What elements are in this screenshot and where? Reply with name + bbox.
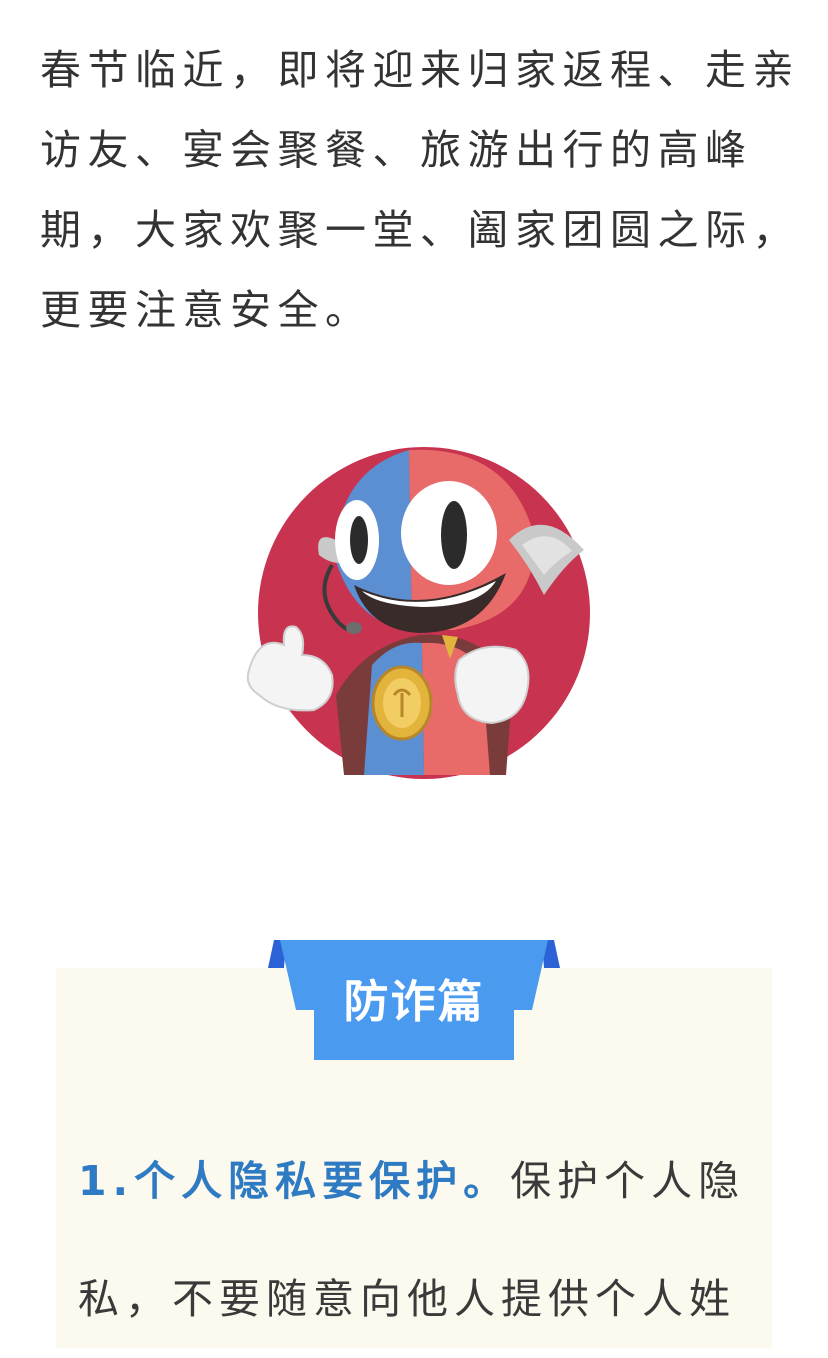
- mascot-illustration: [246, 447, 590, 779]
- tip-paragraph: 1.个人隐私要保护。保护个人隐私，不要随意向他人提供个人姓: [78, 1122, 758, 1358]
- mascot-image: [244, 445, 596, 785]
- intro-paragraph: 春节临近，即将迎来归家返程、走亲访友、宴会聚餐、旅游出行的高峰期，大家欢聚一堂、…: [40, 46, 800, 334]
- tip-heading: 1.个人隐私要保护。: [78, 1157, 511, 1205]
- section-banner: 防诈篇: [268, 938, 560, 1062]
- section-title: 防诈篇: [343, 975, 485, 1028]
